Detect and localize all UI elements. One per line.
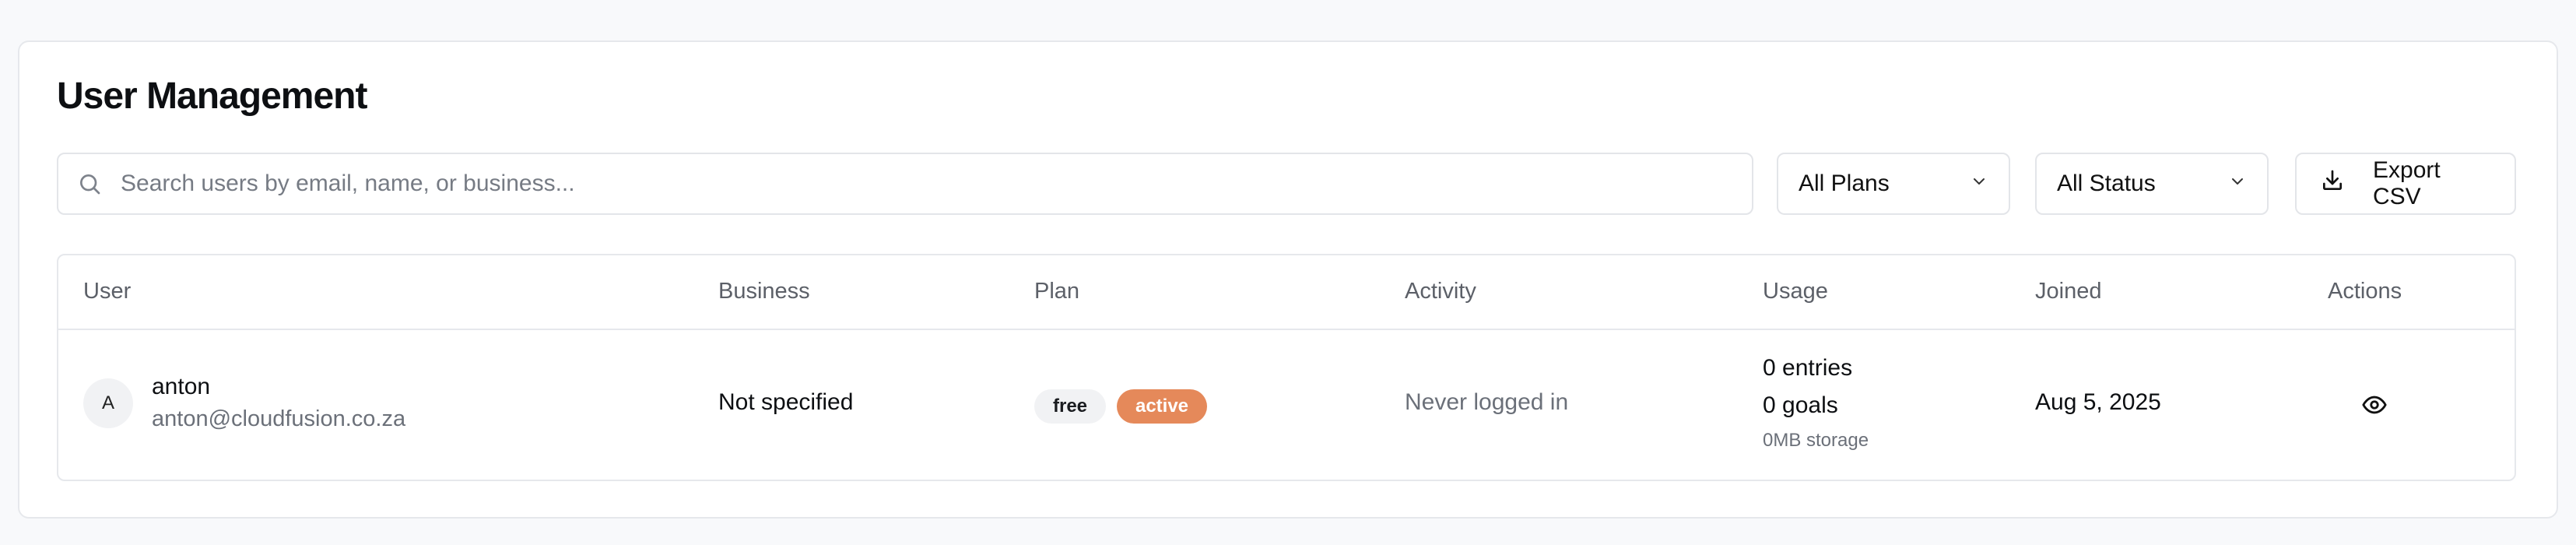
plan-filter-value: All Plans — [1799, 171, 1890, 196]
user-name: anton — [152, 374, 211, 399]
column-header-joined: Joined — [2035, 279, 2102, 304]
plan-filter-select[interactable]: All Plans — [1777, 153, 2010, 215]
usage-goals: 0 goals — [1763, 392, 1838, 418]
plan-badge: free — [1034, 389, 1106, 424]
status-badge: active — [1117, 389, 1207, 424]
column-header-actions: Actions — [2328, 279, 2402, 304]
activity-value: Never logged in — [1405, 389, 1569, 415]
business-value: Not specified — [718, 389, 854, 415]
table-header: User Business Plan Activity Usage Joined… — [58, 255, 2515, 330]
page-title: User Management — [57, 76, 367, 117]
search-icon — [58, 154, 121, 213]
users-table: User Business Plan Activity Usage Joined… — [57, 254, 2516, 481]
export-csv-button[interactable]: Export CSV — [2295, 153, 2516, 215]
user-email: anton@cloudfusion.co.za — [152, 406, 406, 431]
view-user-button[interactable] — [2360, 392, 2388, 420]
column-header-activity: Activity — [1405, 279, 1476, 304]
user-management-card: User Management All Plans All Status — [18, 40, 2558, 519]
column-header-user: User — [83, 279, 132, 304]
status-filter-value: All Status — [2057, 171, 2156, 196]
eye-icon — [2361, 392, 2388, 422]
search-input[interactable] — [121, 156, 1752, 211]
download-icon — [2320, 168, 2345, 199]
export-csv-label: Export CSV — [2373, 157, 2441, 209]
column-header-business: Business — [718, 279, 810, 304]
chevron-down-icon — [1970, 171, 1988, 197]
search-box[interactable] — [57, 153, 1753, 215]
column-header-usage: Usage — [1763, 279, 1828, 304]
column-header-plan: Plan — [1034, 279, 1080, 304]
status-filter-select[interactable]: All Status — [2035, 153, 2269, 215]
avatar: A — [83, 378, 133, 428]
joined-date: Aug 5, 2025 — [2035, 389, 2161, 415]
table-row: A anton anton@cloudfusion.co.za Not spec… — [58, 330, 2515, 480]
usage-storage: 0MB storage — [1763, 430, 1869, 451]
chevron-down-icon — [2228, 171, 2247, 197]
usage-entries: 0 entries — [1763, 355, 1853, 381]
